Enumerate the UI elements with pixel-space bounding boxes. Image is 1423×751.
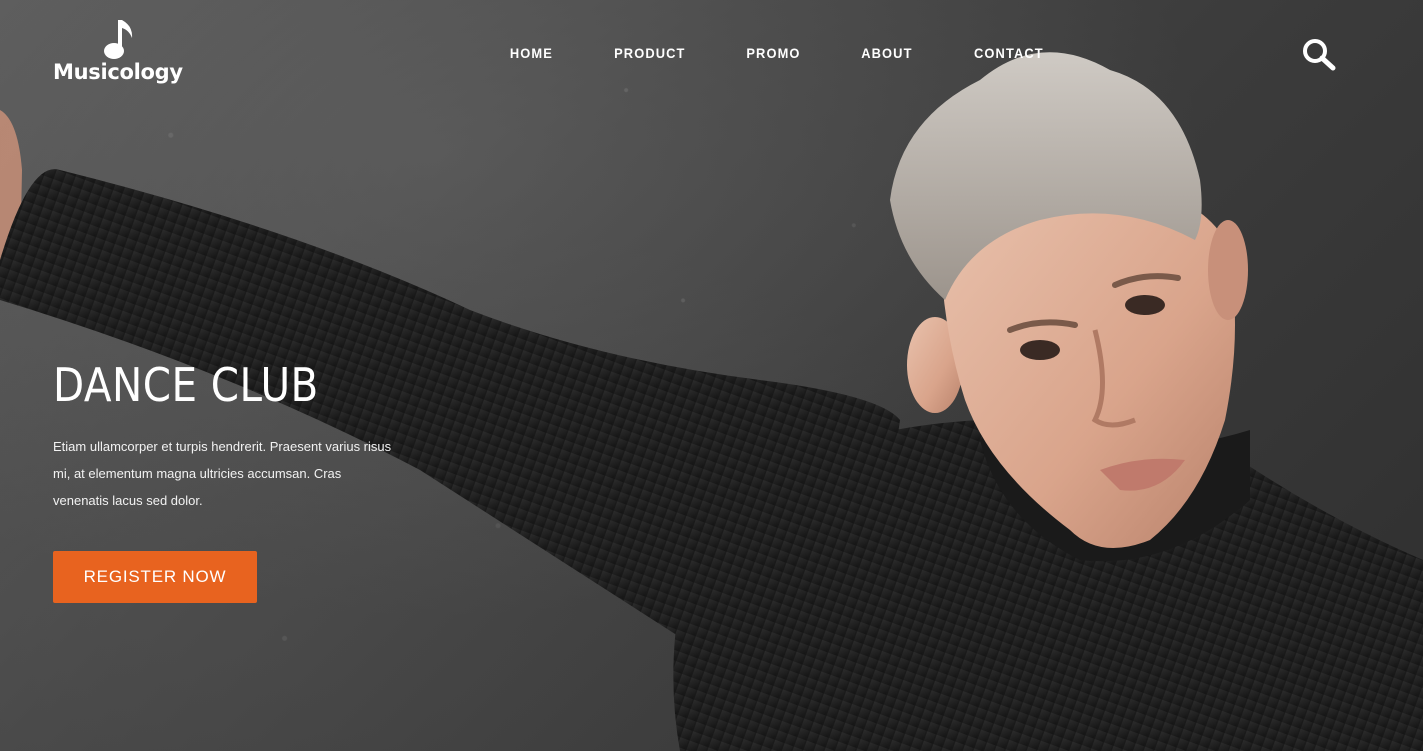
nav-item-promo[interactable]: PROMO (721, 43, 827, 63)
register-now-button[interactable]: REGISTER NOW (53, 551, 257, 603)
music-note-icon (104, 20, 133, 59)
nav-item-home[interactable]: HOME (484, 43, 579, 63)
hero-description: Etiam ullamcorper et turpis hendrerit. P… (53, 439, 392, 508)
nav-item-product[interactable]: PRODUCT (588, 43, 711, 63)
hero-section: Musicology HOME PRODUCT PROMO ABOUT CONT… (0, 0, 1423, 751)
nav-item-contact[interactable]: CONTACT (948, 43, 1069, 63)
search-icon (1303, 39, 1336, 71)
brand-name: Musicology (53, 60, 183, 84)
hero-title: DANCE CLUB (53, 358, 319, 412)
main-nav: HOME PRODUCT PROMO ABOUT CONTACT (480, 43, 1075, 63)
site-header: Musicology HOME PRODUCT PROMO ABOUT CONT… (0, 0, 1423, 100)
hero-content: DANCE CLUB Etiam ullamcorper et turpis h… (53, 355, 413, 603)
site-logo[interactable]: Musicology (53, 18, 183, 88)
search-button[interactable] (1300, 36, 1338, 72)
nav-item-about[interactable]: ABOUT (836, 43, 939, 63)
